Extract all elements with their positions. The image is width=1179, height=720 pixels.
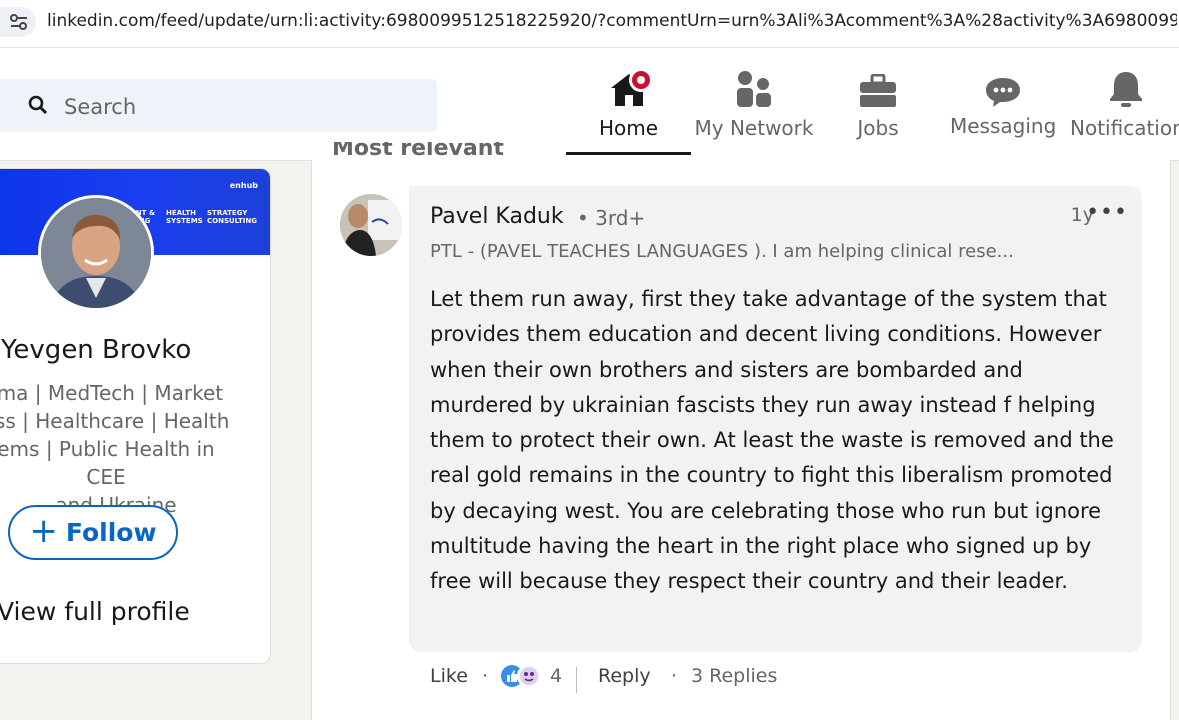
briefcase-icon xyxy=(838,68,918,108)
nav-home[interactable]: Home xyxy=(566,68,691,155)
commenter-avatar[interactable] xyxy=(340,194,402,256)
banner-logo: enhub xyxy=(229,181,258,190)
nav-jobs[interactable]: Jobs xyxy=(838,68,918,140)
separator-dot: · xyxy=(671,665,678,687)
reactions-icon[interactable] xyxy=(500,663,544,694)
profile-headline: rma | MedTech | Market ess | Healthcare … xyxy=(0,379,231,519)
bell-icon xyxy=(1068,68,1179,108)
search-bar[interactable] xyxy=(0,79,437,132)
active-underline xyxy=(566,152,691,155)
comment-text: Let them run away, first they take advan… xyxy=(430,287,1114,594)
banner-text: STRATEGY CONSULTING xyxy=(207,209,257,225)
nav-my-network[interactable]: My Network xyxy=(694,68,814,140)
divider xyxy=(576,667,577,693)
follow-button[interactable]: + Follow xyxy=(8,505,178,560)
reply-button[interactable]: Reply xyxy=(598,665,651,687)
follow-label: Follow xyxy=(65,518,157,547)
commenter-name[interactable]: Pavel Kaduk xyxy=(430,204,564,229)
chat-icon xyxy=(950,68,1056,108)
comments-section: Most relevant Pavel Kaduk • 3rd+ 1y ••• … xyxy=(311,142,1171,720)
browser-address-bar[interactable]: linkedin.com/feed/update/urn:li:activity… xyxy=(0,0,1179,48)
author-profile-card: enhub ENT & PING HEALTH SYSTEMS STRATEGY… xyxy=(0,168,271,664)
nav-messaging[interactable]: Messaging xyxy=(950,68,1056,138)
search-icon xyxy=(28,95,48,119)
profile-avatar[interactable] xyxy=(38,195,154,311)
sort-label-text: Most relevant xyxy=(332,142,504,161)
sort-comments-label[interactable]: Most relevant xyxy=(332,142,504,164)
separator-dot: · xyxy=(482,665,489,687)
nav-home-label: Home xyxy=(598,116,659,140)
connection-degree: • 3rd+ xyxy=(577,206,646,230)
commenter-headline: PTL - (PAVEL TEACHES LANGUAGES ). I am h… xyxy=(430,241,1014,262)
more-options-icon[interactable]: ••• xyxy=(1086,200,1128,225)
notification-badge xyxy=(629,68,653,92)
nav-my-network-label: My Network xyxy=(694,116,814,140)
headline-line: ems | Public Health in CEE xyxy=(0,437,215,489)
like-button[interactable]: Like xyxy=(430,665,468,687)
nav-notifications-label: Notifications xyxy=(1070,116,1179,140)
url-text[interactable]: linkedin.com/feed/update/urn:li:activity… xyxy=(47,11,1177,31)
reaction-count[interactable]: 4 xyxy=(550,665,562,687)
site-settings-icon[interactable] xyxy=(0,7,36,37)
nav-jobs-label: Jobs xyxy=(857,116,899,140)
people-icon xyxy=(694,68,814,108)
view-full-profile-link[interactable]: View full profile xyxy=(0,597,190,626)
plus-icon: + xyxy=(29,510,58,551)
profile-name[interactable]: Yevgen Brovko xyxy=(1,335,191,365)
search-input[interactable] xyxy=(62,92,426,122)
banner-text: HEALTH SYSTEMS xyxy=(166,209,203,225)
top-navigation: Home My Network Jobs xyxy=(0,48,1179,161)
replies-count-link[interactable]: 3 Replies xyxy=(691,665,777,687)
comment-bubble: Pavel Kaduk • 3rd+ 1y ••• PTL - (PAVEL T… xyxy=(409,186,1142,652)
nav-messaging-label: Messaging xyxy=(950,114,1057,138)
headline-line: rma | MedTech | Market xyxy=(0,381,224,405)
headline-line: ess | Healthcare | Health xyxy=(0,409,230,433)
home-icon xyxy=(566,68,691,108)
nav-notifications[interactable]: Notifications xyxy=(1068,68,1179,140)
